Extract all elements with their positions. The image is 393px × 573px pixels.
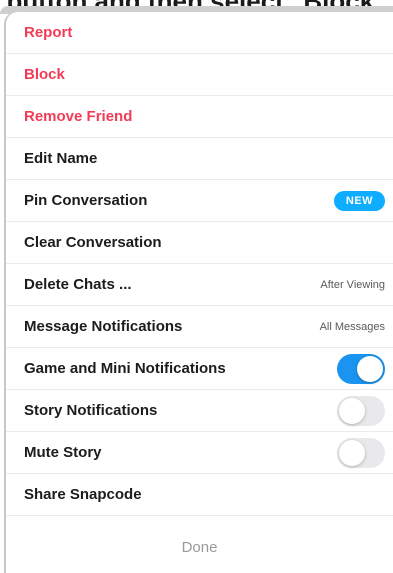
action-sheet: Report Block Remove Friend Edit Name Pin…: [6, 12, 393, 573]
menu-item-report[interactable]: Report: [6, 12, 393, 54]
menu-item-remove-friend[interactable]: Remove Friend: [6, 96, 393, 138]
menu-item-label: Game and Mini Notifications: [24, 360, 226, 377]
message-notifications-value: All Messages: [319, 320, 385, 333]
menu-item-mute-story: Mute Story: [6, 432, 393, 474]
menu-item-label: Delete Chats ...: [24, 276, 132, 293]
menu-item-pin-conversation[interactable]: Pin Conversation NEW: [6, 180, 393, 222]
menu-list: Report Block Remove Friend Edit Name Pin…: [6, 12, 393, 516]
game-mini-notifications-toggle[interactable]: [337, 353, 385, 384]
new-badge: NEW: [333, 190, 385, 211]
menu-item-label: Report: [24, 24, 73, 41]
menu-item-edit-name[interactable]: Edit Name: [6, 138, 393, 180]
menu-item-label: Share Snapcode: [24, 486, 142, 503]
toggle-knob: [339, 397, 365, 424]
menu-item-clear-conversation[interactable]: Clear Conversation: [6, 222, 393, 264]
toggle-knob: [357, 355, 383, 382]
menu-item-label: Edit Name: [24, 150, 98, 167]
menu-item-label: Message Notifications: [24, 318, 183, 335]
done-button[interactable]: Done: [166, 535, 234, 560]
done-row: Done: [6, 526, 393, 568]
menu-item-share-snapcode[interactable]: Share Snapcode: [6, 474, 393, 516]
menu-item-label: Block: [24, 66, 65, 83]
menu-item-game-mini-notifications: Game and Mini Notifications: [6, 348, 393, 390]
screen: button and then select "Block" Report Bl…: [0, 0, 393, 573]
menu-item-label: Clear Conversation: [24, 234, 162, 251]
menu-item-block[interactable]: Block: [6, 54, 393, 96]
menu-item-label: Mute Story: [24, 444, 102, 461]
delete-chats-value: After Viewing: [320, 278, 385, 291]
mute-story-toggle[interactable]: [337, 437, 385, 468]
menu-item-label: Story Notifications: [24, 402, 158, 419]
story-notifications-toggle[interactable]: [337, 395, 385, 426]
menu-item-label: Remove Friend: [24, 108, 133, 125]
menu-item-story-notifications: Story Notifications: [6, 390, 393, 432]
menu-item-message-notifications[interactable]: Message Notifications All Messages: [6, 306, 393, 348]
menu-item-label: Pin Conversation: [24, 192, 148, 209]
menu-item-delete-chats[interactable]: Delete Chats ... After Viewing: [6, 264, 393, 306]
toggle-knob: [339, 439, 365, 466]
